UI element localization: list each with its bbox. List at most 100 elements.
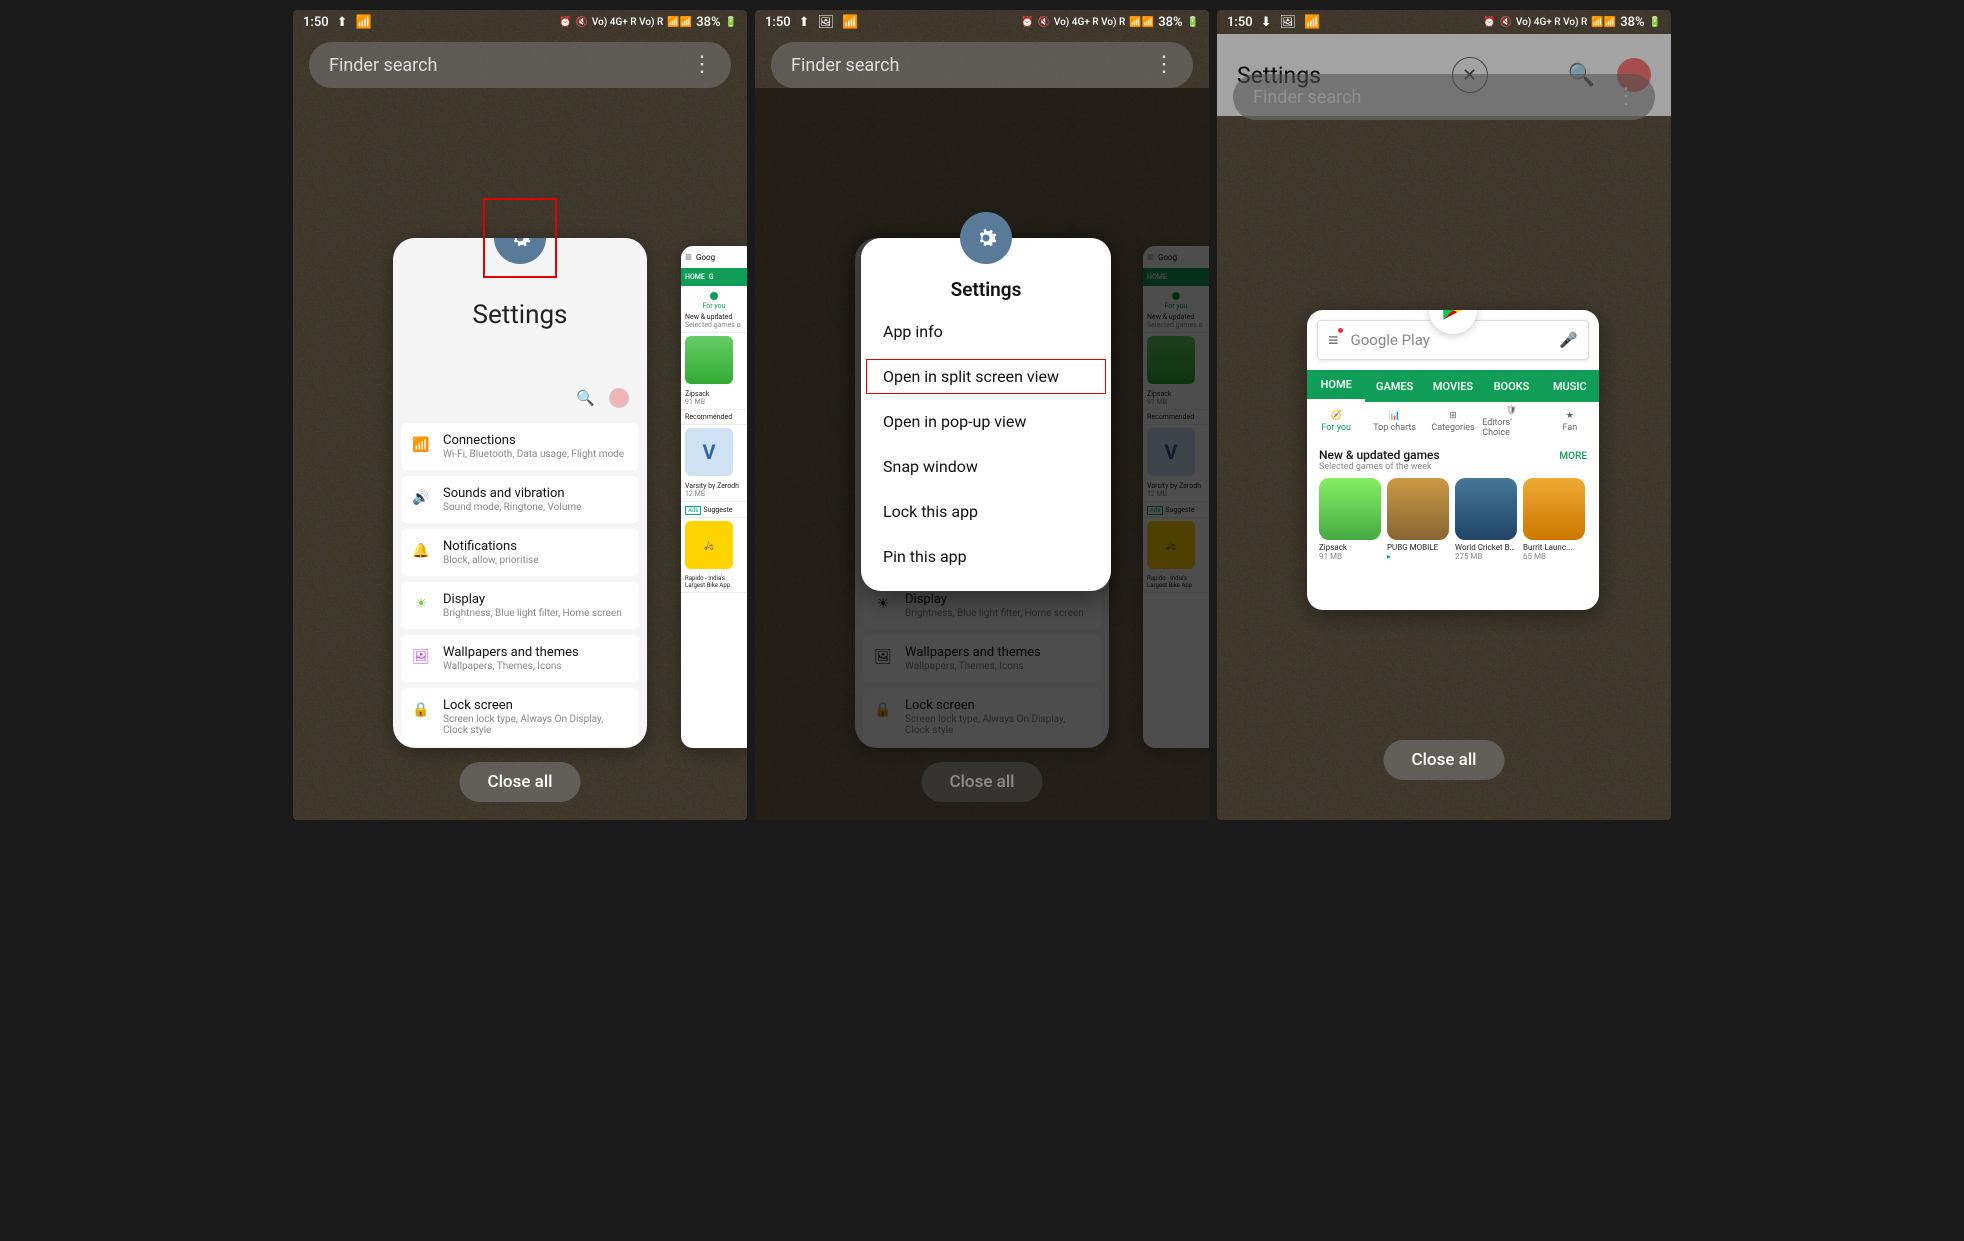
finder-search[interactable]: Finder search ⋮ xyxy=(771,42,1193,88)
close-all-button[interactable]: Close all xyxy=(460,762,581,802)
status-time: 1:50 xyxy=(765,15,791,30)
split-top-dim xyxy=(1217,34,1671,116)
highlight-box-icon xyxy=(483,198,557,278)
mute-icon: 🔇 xyxy=(1499,17,1511,28)
wifi-icon: 📶 xyxy=(411,435,431,455)
settings-item-notifications[interactable]: 🔔NotificationsBlock, allow, prioritise xyxy=(401,529,639,576)
recent-card-playstore-peek[interactable]: ≡Goog HOMEG For you New & updatedSelecte… xyxy=(681,246,747,748)
battery-pct: 38% xyxy=(1620,15,1644,30)
tab-home[interactable]: HOME xyxy=(685,273,705,281)
settings-icon xyxy=(960,212,1012,264)
grid-icon: ⊞ xyxy=(1449,411,1457,421)
phone-screenshot-3: 1:50 ⬇ 🖼 📶 ⏰ 🔇 Vo) 4G+ R Vo) R 📶📶 38% 🔋 … xyxy=(1217,10,1671,820)
ctx-pin-app[interactable]: Pin this app xyxy=(861,534,1111,579)
status-time: 1:50 xyxy=(1227,15,1253,30)
settings-item-lockscreen[interactable]: 🔒Lock screenScreen lock type, Always On … xyxy=(401,688,639,746)
download-icon: ⬇ xyxy=(1261,15,1272,30)
app-thumb-rapido[interactable]: 🛵 xyxy=(685,521,733,569)
hamburger-icon[interactable]: ≡ xyxy=(1328,330,1339,351)
network-indicators: Vo) 4G+ R Vo) R xyxy=(592,17,663,28)
battery-icon: 🔋 xyxy=(1187,17,1199,28)
app-thumb-varsity[interactable]: V xyxy=(685,428,733,476)
subtab-foryou[interactable]: For you xyxy=(681,302,747,310)
play-subtabs: 🧭For you 📊Top charts ⊞Categories 🛡Editor… xyxy=(1307,402,1599,442)
section-header: New & updated games Selected games of th… xyxy=(1307,442,1599,478)
subtab-editors[interactable]: 🛡Editors' Choice xyxy=(1482,402,1540,442)
apps-row: Zipsack91 MB PUBG MOBILE▸ World Cricket … xyxy=(1307,478,1599,561)
settings-list: 📶ConnectionsWi-Fi, Bluetooth, Data usage… xyxy=(401,423,639,748)
upload-icon: ⬆ xyxy=(799,15,810,30)
ctx-app-info[interactable]: App info xyxy=(861,309,1111,354)
search-placeholder: Google Play xyxy=(1351,331,1430,349)
phone-screenshot-2: 1:50 ⬆ 🖼 📶 ⏰ 🔇 Vo) 4G+ R Vo) R 📶📶 38% 🔋 … xyxy=(755,10,1209,820)
chart-icon: 📊 xyxy=(1389,411,1400,421)
battery-icon: 🔋 xyxy=(725,17,737,28)
recent-card-playstore[interactable]: ≡ Google Play 🎤 HOME GAMES MOVIES BOOKS … xyxy=(1307,310,1599,610)
status-bar: 1:50 ⬆ 📶 ⏰ 🔇 Vo) 4G+ R Vo) R 📶📶 38% 🔋 xyxy=(293,10,747,34)
finder-search[interactable]: Finder search ⋮ xyxy=(309,42,731,88)
compass-icon: 🧭 xyxy=(1331,411,1342,421)
recents-stage: ≡ Google Play 🎤 HOME GAMES MOVIES BOOKS … xyxy=(1217,190,1671,820)
app-pubg[interactable]: PUBG MOBILE▸ xyxy=(1387,478,1449,561)
star-icon: ★ xyxy=(1566,411,1574,421)
subtab-foryou[interactable]: 🧭For you xyxy=(1307,402,1365,442)
finder-placeholder: Finder search xyxy=(791,55,899,76)
phone-screenshot-1: 1:50 ⬆ 📶 ⏰ 🔇 Vo) 4G+ R Vo) R 📶📶 38% 🔋 Fi… xyxy=(293,10,747,820)
wifi-icon: 📶 xyxy=(356,15,372,30)
tab-music[interactable]: MUSIC xyxy=(1541,370,1599,402)
alarm-icon: ⏰ xyxy=(1483,17,1495,28)
battery-pct: 38% xyxy=(696,15,720,30)
ctx-snap-window[interactable]: Snap window xyxy=(861,444,1111,489)
recents-stage: Settings 🔍 📶ConnectionsWi-Fi, Bluetooth,… xyxy=(293,88,747,820)
tab-movies[interactable]: MOVIES xyxy=(1424,370,1482,402)
mic-icon[interactable]: 🎤 xyxy=(1559,331,1578,349)
status-bar: 1:50 ⬆ 🖼 📶 ⏰ 🔇 Vo) 4G+ R Vo) R 📶📶 38% 🔋 xyxy=(755,10,1209,34)
profile-avatar[interactable] xyxy=(609,388,629,408)
tab-books[interactable]: BOOKS xyxy=(1482,370,1540,402)
recent-card-settings[interactable]: Settings 🔍 📶ConnectionsWi-Fi, Bluetooth,… xyxy=(393,238,647,748)
context-menu: Settings App info Open in split screen v… xyxy=(861,238,1111,591)
tab-games[interactable]: GAMES xyxy=(1365,370,1423,402)
wifi-icon: 📶 xyxy=(1304,15,1320,30)
subtab-topcharts[interactable]: 📊Top charts xyxy=(1365,402,1423,442)
shield-icon: 🛡 xyxy=(1506,406,1517,416)
signal-icon: 📶📶 xyxy=(1129,17,1154,28)
network-indicators: Vo) 4G+ R Vo) R xyxy=(1516,17,1587,28)
close-all-button[interactable]: Close all xyxy=(1384,740,1505,780)
app-wcb[interactable]: World Cricket Battle - Multiplay...275 M… xyxy=(1455,478,1517,561)
settings-item-connections[interactable]: 📶ConnectionsWi-Fi, Bluetooth, Data usage… xyxy=(401,423,639,470)
app-burrito[interactable]: Burrit Launc...65 MB xyxy=(1523,478,1585,561)
settings-item-wallpapers[interactable]: 🖼Wallpapers and themesWallpapers, Themes… xyxy=(401,635,639,682)
finder-placeholder: Finder search xyxy=(329,55,437,76)
alarm-icon: ⏰ xyxy=(1021,17,1033,28)
sun-icon: ☀ xyxy=(411,594,431,614)
bell-icon: 🔔 xyxy=(411,541,431,561)
lock-icon: 🔒 xyxy=(411,700,431,720)
battery-icon: 🔋 xyxy=(1649,17,1661,28)
mute-icon: 🔇 xyxy=(1037,17,1049,28)
network-indicators: Vo) 4G+ R Vo) R xyxy=(1054,17,1125,28)
tab-g[interactable]: G xyxy=(709,273,714,281)
hamburger-icon[interactable]: ≡ xyxy=(685,250,692,264)
play-tabs: HOME GAMES MOVIES BOOKS MUSIC xyxy=(1307,370,1599,402)
settings-item-display[interactable]: ☀DisplayBrightness, Blue light filter, H… xyxy=(401,582,639,629)
subtab-categories[interactable]: ⊞Categories xyxy=(1424,402,1482,442)
speaker-icon: 🔊 xyxy=(411,488,431,508)
app-zipsack[interactable]: Zipsack91 MB xyxy=(1319,478,1381,561)
settings-item-sounds[interactable]: 🔊Sounds and vibrationSound mode, Rington… xyxy=(401,476,639,523)
status-bar: 1:50 ⬇ 🖼 📶 ⏰ 🔇 Vo) 4G+ R Vo) R 📶📶 38% 🔋 xyxy=(1217,10,1671,34)
app-thumb-zipsack[interactable] xyxy=(685,336,733,384)
signal-icon: 📶📶 xyxy=(1591,17,1616,28)
subtab-family[interactable]: ★Fan xyxy=(1541,402,1599,442)
settings-title: Settings xyxy=(393,300,647,330)
more-button[interactable]: MORE xyxy=(1559,451,1587,462)
signal-icon: 📶📶 xyxy=(667,17,692,28)
ctx-popup-view[interactable]: Open in pop-up view xyxy=(861,399,1111,444)
compass-icon xyxy=(710,292,718,300)
ctx-split-screen[interactable]: Open in split screen view xyxy=(861,354,1111,399)
search-icon[interactable]: 🔍 xyxy=(576,389,595,407)
ctx-lock-app[interactable]: Lock this app xyxy=(861,489,1111,534)
tab-home[interactable]: HOME xyxy=(1307,370,1365,402)
image-icon: 🖼 xyxy=(818,15,835,30)
battery-pct: 38% xyxy=(1158,15,1182,30)
